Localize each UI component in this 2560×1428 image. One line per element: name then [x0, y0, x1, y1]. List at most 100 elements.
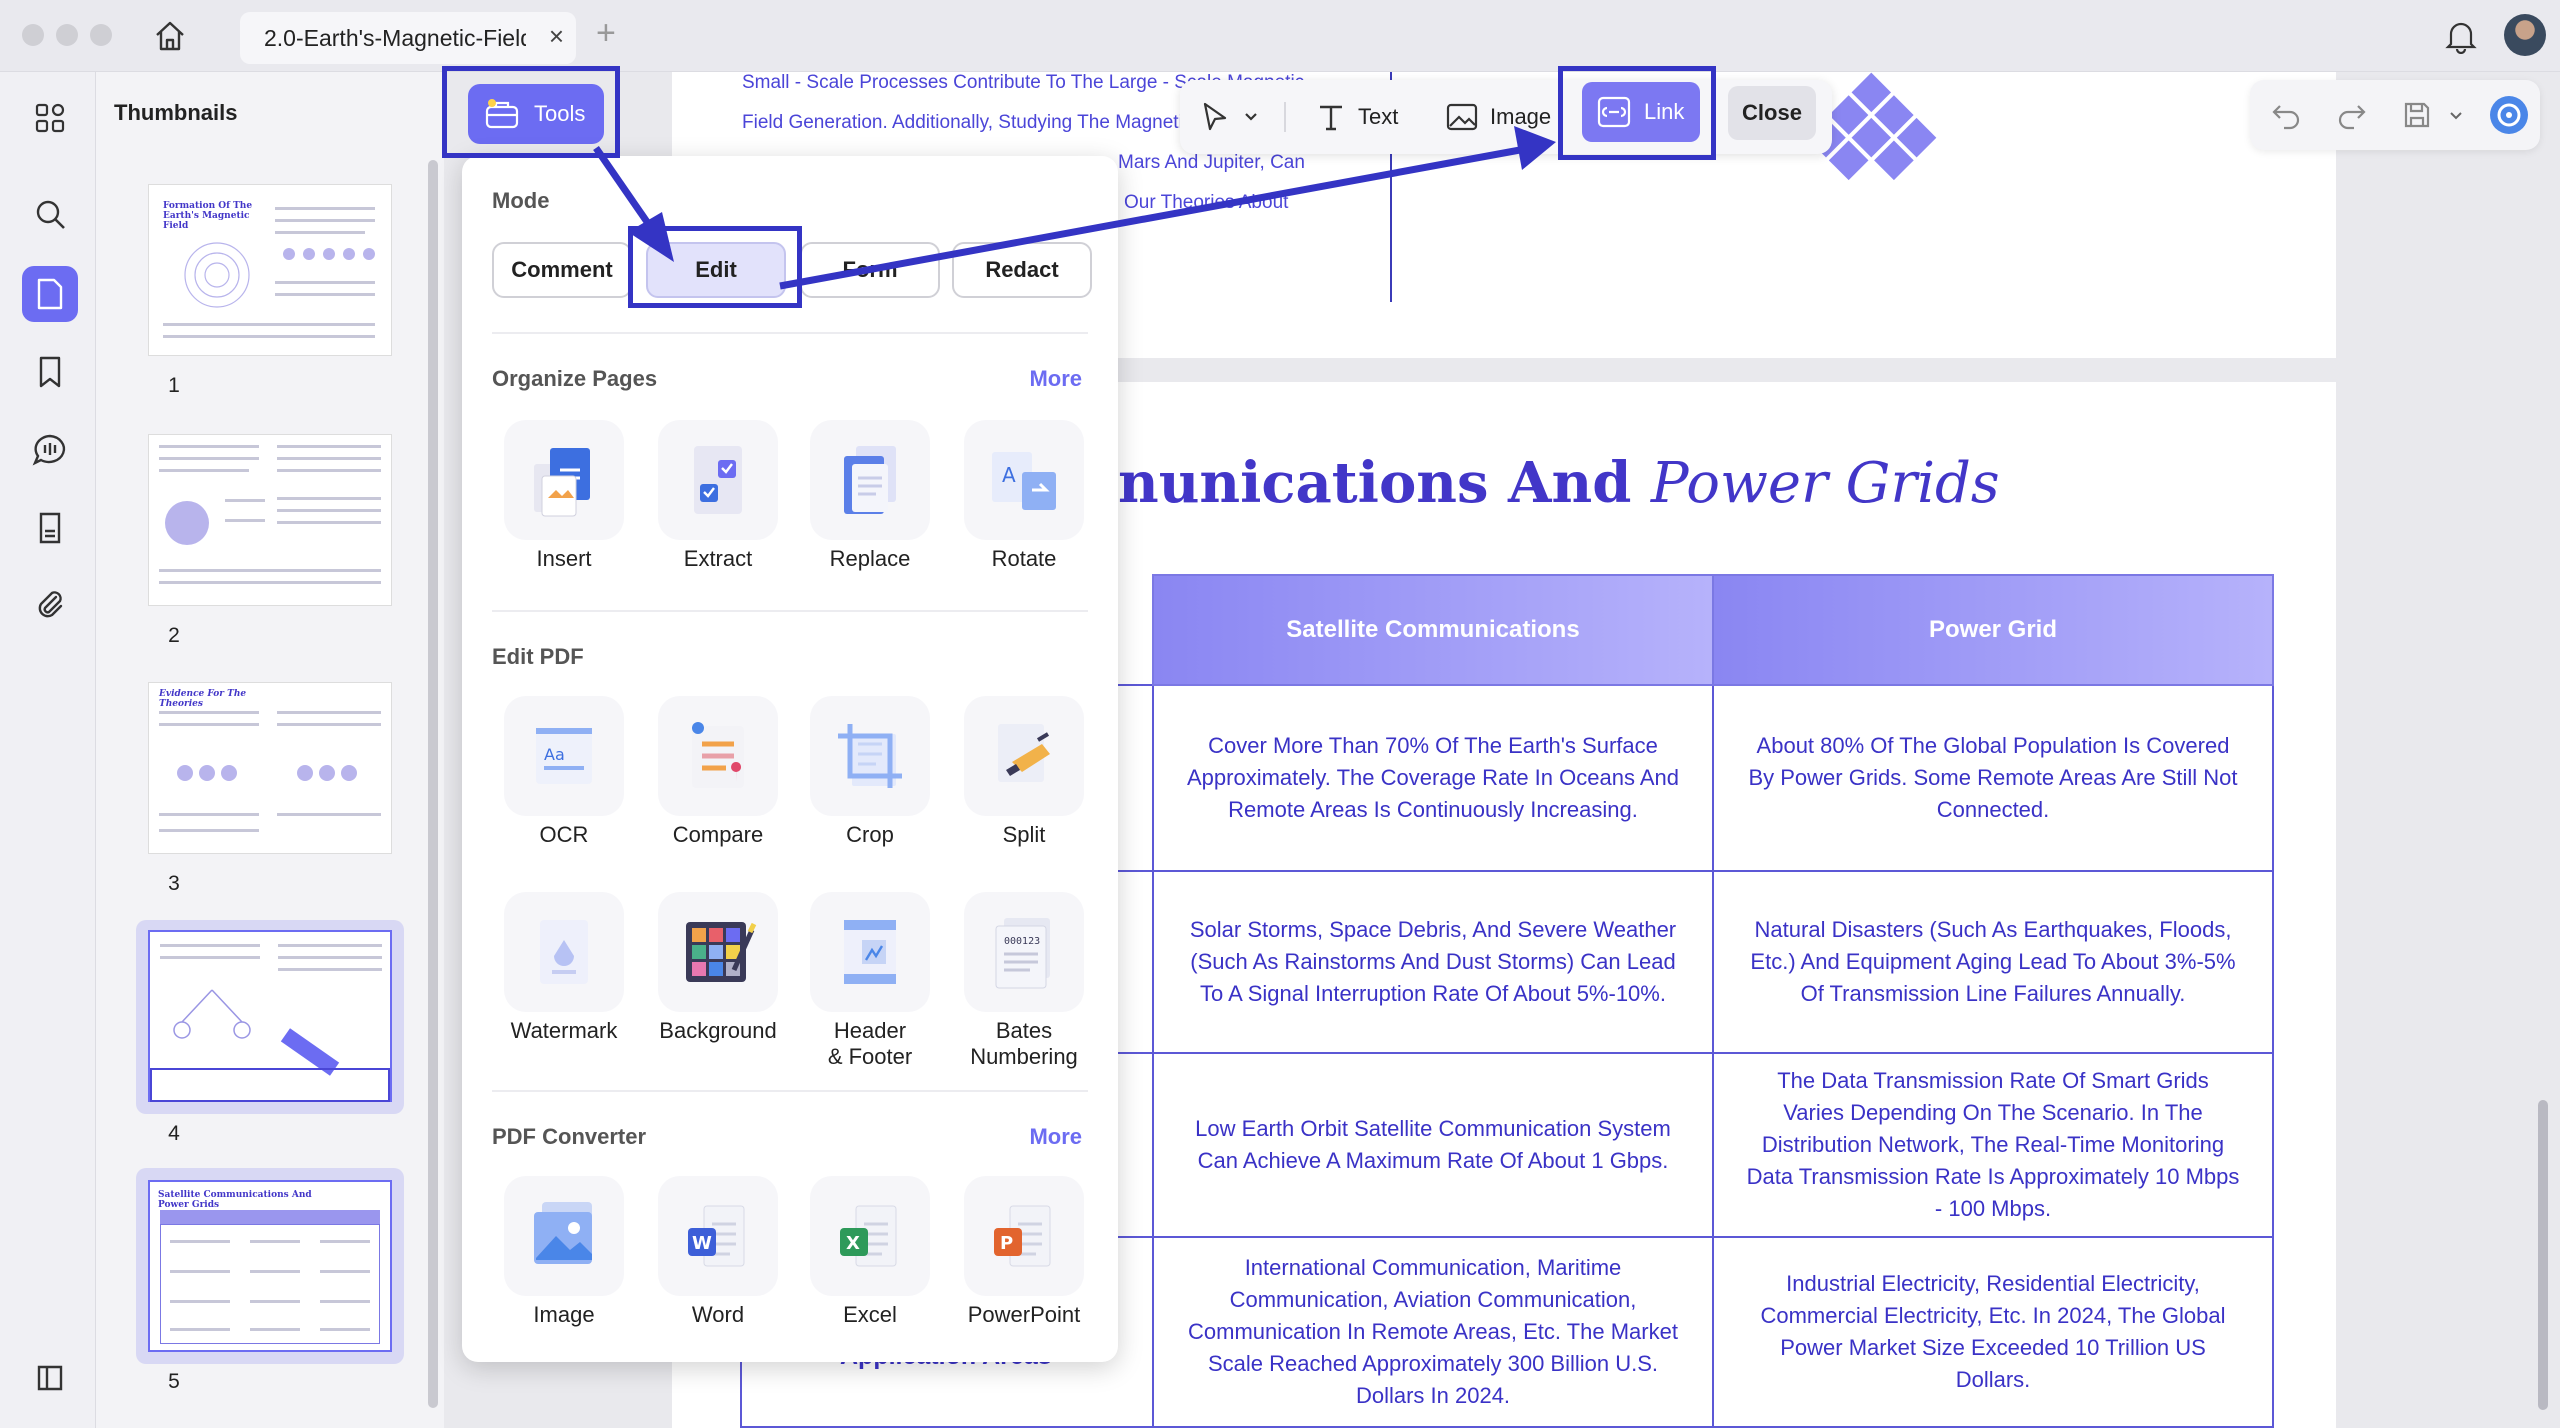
- home-icon[interactable]: [152, 18, 188, 54]
- pdf-converter-title: PDF Converter: [492, 1124, 647, 1149]
- page-thumbnail-2[interactable]: [148, 434, 392, 606]
- insert-tool[interactable]: [504, 420, 624, 540]
- svg-text:Aa: Aa: [544, 745, 565, 764]
- page-thumbnail-1[interactable]: Formation Of The Earth's Magnetic Field: [148, 184, 392, 356]
- image-tool-label: Image: [1490, 104, 1552, 129]
- extract-label: Extract: [683, 546, 753, 571]
- watermark-label: Watermark: [510, 1018, 618, 1043]
- bookmark-icon[interactable]: [22, 344, 78, 400]
- close-edit-button[interactable]: Close: [1728, 86, 1816, 140]
- word-icon: W: [688, 1205, 745, 1267]
- search-icon[interactable]: [22, 186, 78, 242]
- convert-image-label: Image: [533, 1302, 595, 1327]
- ai-assistant-icon[interactable]: [2488, 94, 2530, 136]
- page-thumbnail-5[interactable]: Satellite Communications And Power Grids: [148, 1180, 392, 1352]
- image-icon: [1446, 103, 1478, 131]
- chevron-down-icon: [1245, 113, 1257, 121]
- text-icon: [1320, 105, 1342, 131]
- split-tool[interactable]: [964, 696, 1084, 816]
- stamp-icon[interactable]: [22, 500, 78, 556]
- toolbar-divider: [1284, 102, 1286, 132]
- tab-close-icon[interactable]: ×: [549, 21, 564, 52]
- header-footer-icon: [844, 920, 896, 984]
- extract-tool[interactable]: [658, 420, 778, 540]
- bates-numbering-icon: 000123: [995, 918, 1050, 989]
- bell-icon[interactable]: [2444, 18, 2478, 54]
- bates-numbering-tool[interactable]: 000123: [964, 892, 1084, 1012]
- window-close-dot[interactable]: [22, 24, 44, 46]
- window-minimize-dot[interactable]: [56, 24, 78, 46]
- apps-icon[interactable]: [22, 90, 78, 146]
- comment-icon[interactable]: [22, 422, 78, 478]
- mode-title: Mode: [492, 188, 550, 213]
- convert-image-tool[interactable]: [504, 1176, 624, 1296]
- thumb-heading: Satellite Communications And Power Grids: [158, 1190, 312, 1210]
- thumb-heading: Formation Of The Earth's Magnetic Field: [163, 201, 253, 231]
- table-cell: About 80% Of The Global Population Is Co…: [1712, 684, 2274, 872]
- page-text-line: Field Generation. Additionally, Studying…: [742, 112, 1193, 133]
- thumbnails-title: Thumbnails: [114, 100, 238, 125]
- insert-pages-icon: [534, 448, 590, 517]
- insert-label: Insert: [536, 546, 592, 571]
- left-rail: [0, 72, 96, 1428]
- thumb-page-number: 1: [168, 374, 180, 397]
- page-text-line: Our Theories About: [1124, 192, 1289, 213]
- window-zoom-dot[interactable]: [90, 24, 112, 46]
- new-tab-icon[interactable]: +: [596, 14, 616, 53]
- converter-more-link[interactable]: More: [1029, 1124, 1082, 1150]
- watermark-icon: [540, 920, 588, 984]
- undo-icon[interactable]: [2270, 100, 2302, 130]
- mode-comment-button[interactable]: Comment: [492, 242, 632, 298]
- save-icon[interactable]: [2402, 100, 2432, 130]
- crop-label: Crop: [846, 822, 894, 847]
- watermark-tool[interactable]: [504, 892, 624, 1012]
- edit-pdf-title: Edit PDF: [492, 644, 584, 669]
- redo-icon[interactable]: [2336, 100, 2368, 130]
- crop-tool[interactable]: [810, 696, 930, 816]
- thumbnails-scrollbar[interactable]: [428, 160, 438, 1408]
- organize-more-link[interactable]: More: [1029, 366, 1082, 392]
- tools-highlight-box: [442, 66, 620, 158]
- convert-excel-tool[interactable]: X: [810, 1176, 930, 1296]
- link-highlight-box: [1558, 66, 1716, 160]
- table-cell: Solar Storms, Space Debris, And Severe W…: [1152, 870, 1714, 1054]
- document-tab[interactable]: 2.0-Earth's-Magnetic-Field ×: [240, 12, 576, 64]
- organize-pages-title: Organize Pages: [492, 366, 658, 391]
- page-thumbnail-4[interactable]: [148, 930, 392, 1102]
- page-thumbnail-3[interactable]: Evidence For The Theories: [148, 682, 392, 854]
- header-footer-tool[interactable]: [810, 892, 930, 1012]
- svg-text:A: A: [1002, 463, 1016, 487]
- edit-highlight-box: [628, 226, 802, 308]
- table-cell: International Communication, Maritime Co…: [1152, 1236, 1714, 1428]
- table-cell: The Data Transmission Rate Of Smart Grid…: [1712, 1052, 2274, 1238]
- compare-icon: [692, 722, 744, 788]
- thumbnails-icon[interactable]: [22, 266, 78, 322]
- mode-redact-button[interactable]: Redact: [952, 242, 1092, 298]
- convert-word-label: Word: [691, 1302, 745, 1327]
- select-tool[interactable]: [1200, 80, 1260, 154]
- chevron-down-icon[interactable]: [2448, 108, 2464, 124]
- mode-form-button[interactable]: Form: [800, 242, 940, 298]
- section-divider: [492, 1090, 1088, 1092]
- convert-image-icon: [534, 1202, 592, 1264]
- page-text-line: Mars And Jupiter, Can: [1118, 152, 1305, 173]
- user-avatar[interactable]: [2504, 14, 2546, 56]
- rotate-tool[interactable]: A: [964, 420, 1084, 540]
- table-cell: Low Earth Orbit Satellite Communication …: [1152, 1052, 1714, 1238]
- title-bar: 2.0-Earth's-Magnetic-Field × +: [0, 0, 2560, 72]
- convert-word-tool[interactable]: W: [658, 1176, 778, 1296]
- replace-tool[interactable]: [810, 420, 930, 540]
- text-tool-button[interactable]: Text: [1316, 80, 1398, 154]
- document-scrollbar[interactable]: [2538, 1100, 2548, 1410]
- attachment-icon[interactable]: [22, 576, 78, 632]
- split-label: Split: [1002, 822, 1046, 847]
- section-divider: [492, 332, 1088, 334]
- image-tool-button[interactable]: Image: [1446, 80, 1551, 154]
- ocr-tool[interactable]: Aa: [504, 696, 624, 816]
- svg-text:W: W: [692, 1233, 712, 1254]
- background-tool[interactable]: [658, 892, 778, 1012]
- split-icon: [998, 724, 1050, 782]
- sidebar-toggle-icon[interactable]: [22, 1350, 78, 1406]
- convert-powerpoint-tool[interactable]: P: [964, 1176, 1084, 1296]
- compare-tool[interactable]: [658, 696, 778, 816]
